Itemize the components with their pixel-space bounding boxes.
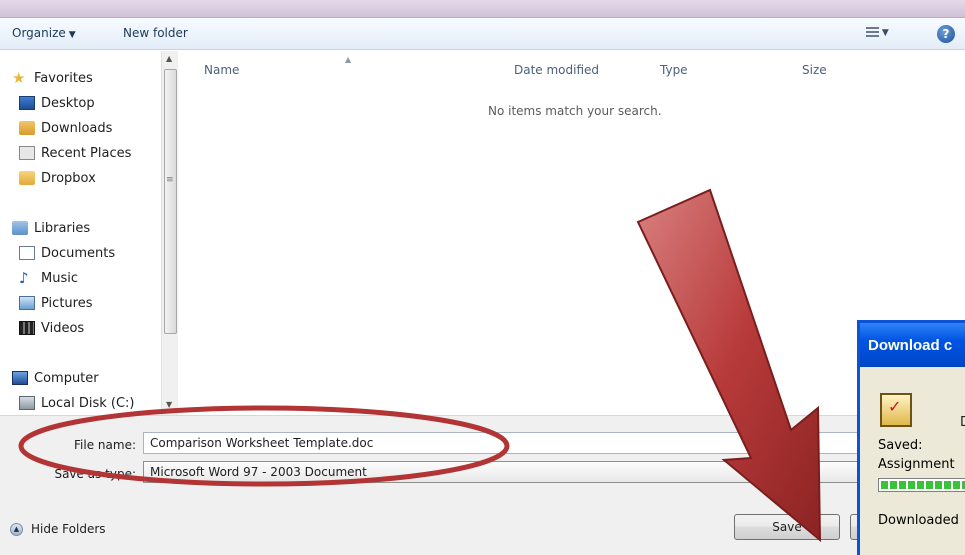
column-type[interactable]: Type — [660, 63, 688, 77]
empty-message: No items match your search. — [488, 104, 662, 118]
organize-button[interactable]: Organize ▼ — [12, 26, 76, 40]
libraries-icon — [12, 221, 28, 235]
nav-item-label: Videos — [41, 320, 85, 336]
nav-item-label: Dropbox — [41, 170, 96, 186]
nav-scrollbar[interactable]: ▲ ≡ ▼ — [161, 51, 178, 415]
file-name-label: File name: — [74, 438, 136, 452]
nav-item-pictures[interactable]: Pictures — [19, 292, 92, 314]
column-date-modified[interactable]: Date modified — [514, 63, 599, 77]
assignment-label: Assignment — [878, 457, 955, 472]
document-icon — [19, 246, 35, 260]
computer-icon — [12, 371, 28, 385]
downloads-icon — [19, 121, 35, 135]
download-clipboard-icon: ✓ — [880, 393, 912, 427]
nav-item-documents[interactable]: Documents — [19, 242, 115, 264]
film-strip-icon — [19, 321, 35, 335]
checkmark-icon: ✓ — [888, 397, 902, 416]
column-name[interactable]: Name — [204, 63, 239, 77]
nav-item-label: Downloads — [41, 120, 113, 136]
chevron-up-icon: ▲ — [10, 522, 23, 536]
scroll-down-arrow-icon[interactable]: ▼ — [166, 400, 172, 409]
download-status-text: D — [960, 415, 965, 430]
navigation-pane: ★ Favorites Desktop Downloads Recent Pla… — [0, 51, 180, 415]
nav-favorites-label: Favorites — [34, 70, 93, 86]
nav-item-label: Music — [41, 270, 78, 286]
downloaded-label: Downloaded — [878, 513, 959, 528]
change-view-button[interactable]: ▼ — [866, 27, 906, 43]
organize-label: Organize — [12, 26, 66, 40]
download-progress-bar — [878, 478, 965, 492]
hide-folders-label: Hide Folders — [31, 522, 106, 536]
nav-item-local-disk[interactable]: Local Disk (C:) — [19, 392, 134, 414]
column-headers: Name ▲ Date modified Type Size — [180, 51, 965, 79]
new-folder-button[interactable]: New folder — [123, 26, 188, 40]
download-window: Download c ✓ D Saved: Assignment Downloa… — [857, 320, 965, 555]
scroll-grip-icon: ≡ — [166, 175, 174, 185]
desktop-icon — [19, 96, 35, 110]
recent-places-icon — [19, 146, 35, 160]
nav-item-dropbox[interactable]: Dropbox — [19, 167, 96, 189]
nav-item-downloads[interactable]: Downloads — [19, 117, 112, 139]
hard-disk-icon — [19, 396, 35, 410]
scrollbar-thumb[interactable] — [164, 69, 177, 334]
saved-label: Saved: — [878, 438, 923, 453]
pictures-icon — [19, 296, 35, 310]
nav-favorites[interactable]: ★ Favorites — [12, 67, 93, 89]
toolbar: Organize ▼ New folder ▼ ? — [0, 18, 965, 50]
folder-icon — [19, 171, 35, 185]
nav-libraries[interactable]: Libraries — [12, 217, 90, 239]
nav-libraries-label: Libraries — [34, 220, 91, 236]
nav-computer[interactable]: Computer — [12, 367, 99, 389]
star-icon: ★ — [12, 69, 26, 87]
music-note-icon: ♪ — [19, 269, 29, 287]
save-as-type-select[interactable]: Microsoft Word 97 - 2003 Document — [143, 461, 868, 483]
nav-item-label: Documents — [41, 245, 116, 261]
nav-item-label: Recent Places — [41, 145, 132, 161]
sort-arrow-icon: ▲ — [345, 55, 352, 64]
chevron-down-icon: ▼ — [68, 30, 76, 40]
progress-fill — [881, 481, 965, 489]
save-button[interactable]: Save — [734, 514, 840, 540]
column-size[interactable]: Size — [802, 63, 827, 77]
view-grid-icon — [866, 27, 879, 38]
window-title-bar — [0, 0, 965, 18]
nav-item-label: Local Disk (C:) — [41, 395, 135, 411]
hide-folders-button[interactable]: ▲ Hide Folders — [10, 522, 106, 536]
download-window-title: Download c — [860, 323, 965, 367]
help-button[interactable]: ? — [937, 25, 955, 43]
chevron-down-icon: ▼ — [881, 28, 889, 38]
nav-item-label: Pictures — [41, 295, 93, 311]
nav-item-label: Desktop — [41, 95, 95, 111]
nav-item-music[interactable]: ♪ Music — [19, 267, 78, 289]
nav-item-recent-places[interactable]: Recent Places — [19, 142, 131, 164]
nav-item-videos[interactable]: Videos — [19, 317, 84, 339]
nav-computer-label: Computer — [34, 370, 99, 386]
scroll-up-arrow-icon[interactable]: ▲ — [166, 54, 172, 63]
nav-item-desktop[interactable]: Desktop — [19, 92, 95, 114]
save-as-type-label: Save as type: — [54, 467, 136, 481]
file-name-input[interactable]: Comparison Worksheet Template.doc — [143, 432, 868, 454]
